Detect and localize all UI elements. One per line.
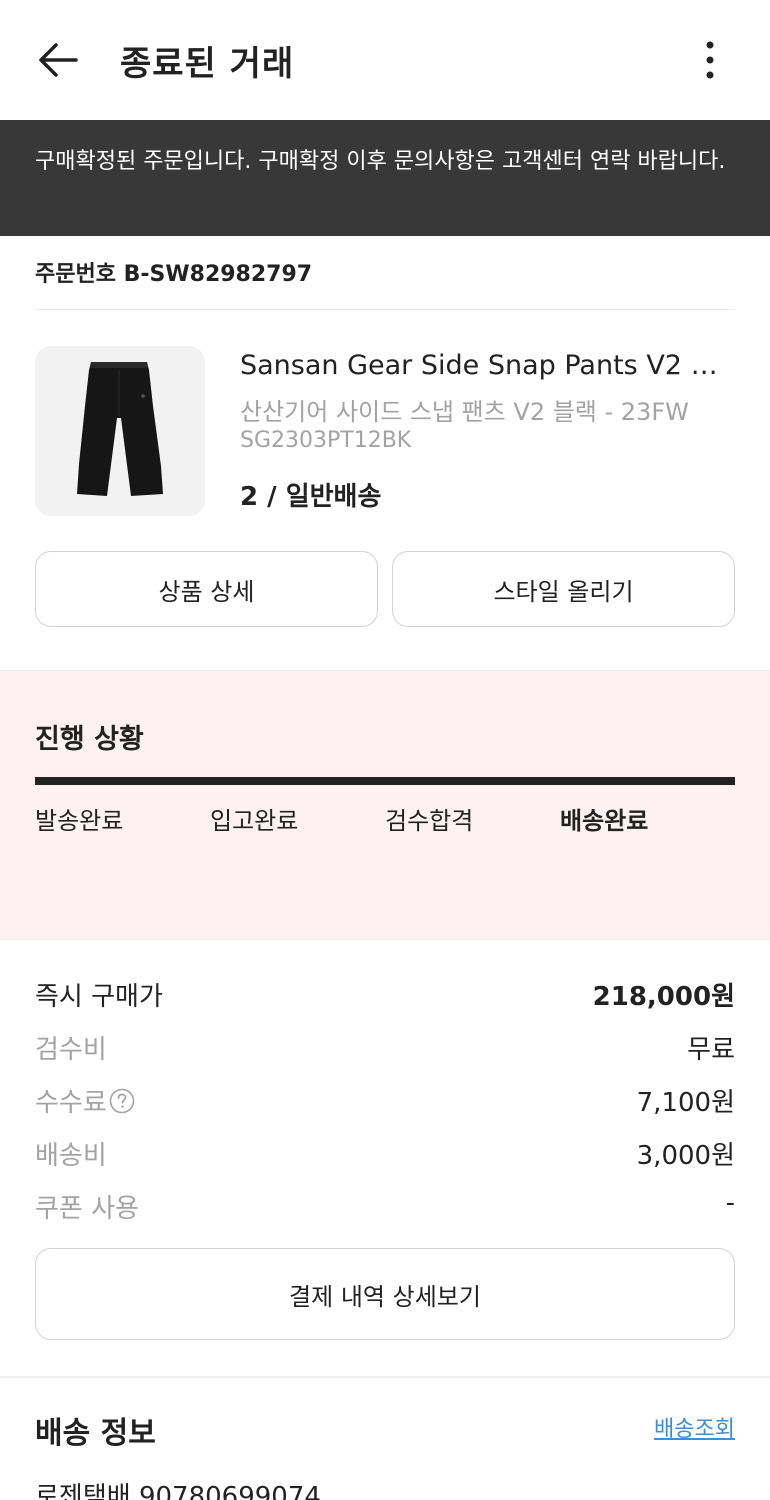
commission-value: 7,100원 (636, 1088, 735, 1118)
progress-step-inspected: 검수합격 (385, 807, 474, 835)
progress-section: 진행 상황 발송완료 입고완료 검수합격 배송완료 (0, 670, 770, 940)
more-options-button[interactable] (690, 36, 730, 86)
progress-bar (35, 777, 735, 785)
price-label: 즉시 구매가 (35, 982, 163, 1012)
progress-step-delivered: 배송완료 (560, 807, 649, 835)
post-style-button[interactable]: 스타일 올리기 (392, 551, 735, 627)
progress-title: 진행 상황 (35, 724, 144, 755)
inspection-fee-label: 검수비 (35, 1035, 107, 1065)
price-value: 218,000원 (592, 982, 735, 1012)
page-title: 종료된 거래 (120, 44, 295, 84)
inspection-fee-value: 무료 (687, 1035, 735, 1065)
product-option: 2 / 일반배송 (240, 482, 382, 512)
product-name-korean: 산산기어 사이드 스냅 팬츠 V2 블랙 - 23FW (240, 398, 689, 426)
section-divider (0, 1376, 770, 1378)
coupon-value: - (725, 1188, 735, 1218)
product-code: SG2303PT12BK (240, 428, 412, 453)
progress-fill (35, 777, 735, 785)
product-name[interactable]: Sansan Gear Side Snap Pants V2 Black - 2… (240, 350, 736, 381)
commission-label: 수수료 (35, 1088, 107, 1118)
coupon-label: 쿠폰 사용 (35, 1194, 139, 1224)
notice-text: 구매확정된 주문입니다. 구매확정 이후 문의사항은 고객센터 연락 바랍니다. (35, 149, 726, 174)
carrier-tracking-number: 로젠택배 90780699074 (35, 1482, 321, 1500)
back-button[interactable] (32, 36, 84, 84)
help-icon[interactable] (109, 1088, 135, 1114)
commission-label-row: 수수료 (35, 1082, 135, 1119)
product-image[interactable] (35, 346, 205, 516)
order-number: 주문번호 B-SW82982797 (35, 262, 313, 287)
product-detail-button[interactable]: 상품 상세 (35, 551, 378, 627)
progress-step-shipped: 발송완료 (35, 807, 124, 835)
track-shipment-link[interactable]: 배송조회 (654, 1411, 735, 1443)
divider (35, 309, 735, 310)
shipping-info-title: 배송 정보 (35, 1416, 156, 1451)
payment-detail-button[interactable]: 결제 내역 상세보기 (35, 1248, 735, 1340)
pants-icon (77, 362, 163, 496)
notice-banner: 구매확정된 주문입니다. 구매확정 이후 문의사항은 고객센터 연락 바랍니다. (0, 120, 770, 236)
more-vertical-icon (706, 41, 714, 79)
arrow-left-icon (39, 43, 78, 77)
app-header: 종료된 거래 (0, 0, 770, 120)
shipping-fee-label: 배송비 (35, 1141, 107, 1171)
shipping-fee-value: 3,000원 (636, 1141, 735, 1171)
progress-step-received: 입고완료 (210, 807, 299, 835)
